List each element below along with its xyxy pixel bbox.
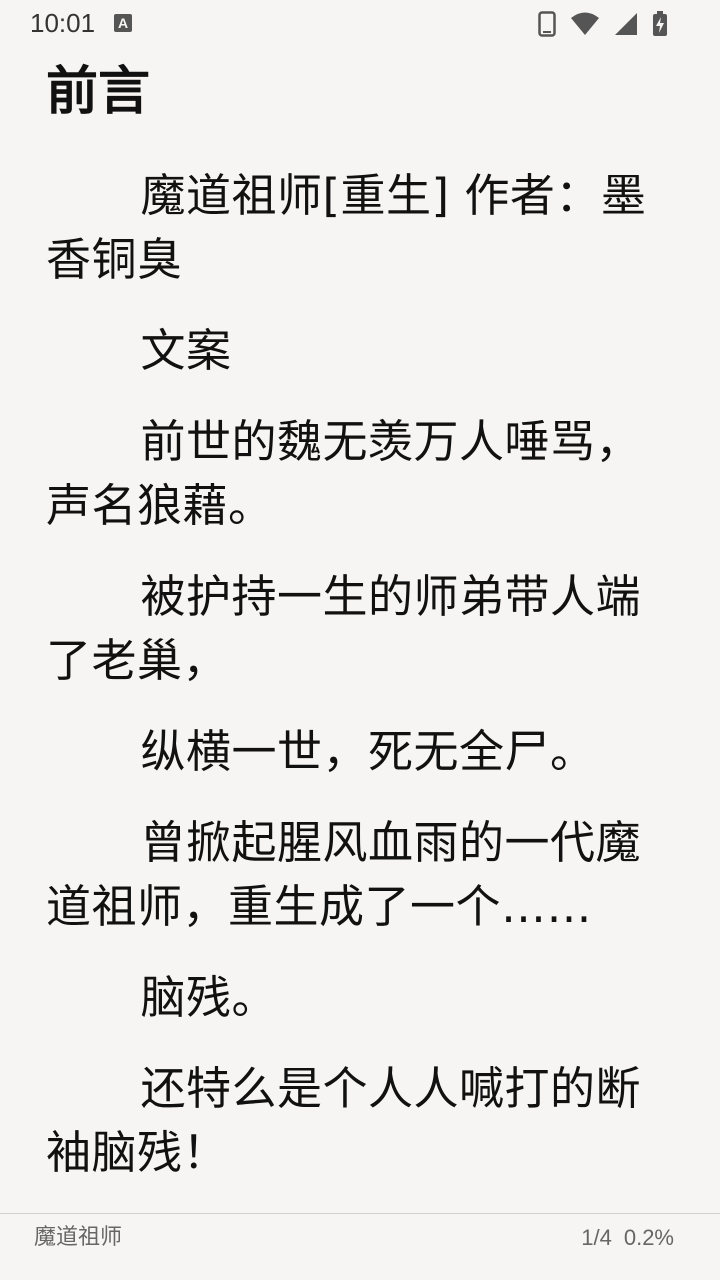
paragraph: 被护持一生的师弟带人端了老巢， — [46, 570, 642, 687]
status-icons — [538, 10, 668, 38]
status-bar: 10:01 A — [0, 0, 720, 48]
percent-indicator: 0.2% — [623, 1225, 674, 1250]
signal-icon — [614, 12, 638, 36]
a-notification-icon: A — [113, 13, 133, 33]
chapter-title: 前言 — [46, 62, 151, 122]
footer-divider — [0, 1213, 720, 1214]
battery-charging-icon — [652, 11, 668, 37]
status-time: 10:01 — [30, 8, 96, 38]
paragraph: 文案 — [140, 324, 232, 377]
footer-book-title: 魔道祖师 — [34, 1225, 123, 1250]
paragraph: 前世的魏无羡万人唾骂，声名狼藉。 — [46, 415, 642, 532]
phone-icon — [538, 11, 556, 37]
reading-content[interactable]: 魔道祖师[重生] 作者：墨香铜臭 文案 前世的魏无羡万人唾骂，声名狼藉。 被护持… — [46, 164, 678, 1212]
page-indicator: 1/4 — [581, 1225, 612, 1250]
paragraph: 魔道祖师[重生] 作者：墨香铜臭 — [46, 169, 647, 286]
paragraph: 曾掀起腥风血雨的一代魔道祖师，重生成了一个…… — [46, 816, 642, 933]
paragraph: 纵横一世，死无全尸。 — [140, 725, 596, 778]
wifi-icon — [570, 12, 600, 36]
paragraph: 还特么是个人人喊打的断袖脑残！ — [46, 1062, 642, 1179]
svg-text:A: A — [118, 15, 128, 31]
reading-progress: 1/4 0.2% — [581, 1222, 674, 1254]
reader-screen[interactable]: 10:01 A 前言 魔道祖师[重生] 作者：墨香铜臭 文案 前世的魏无羡万人唾… — [0, 0, 720, 1280]
paragraph: 脑残。 — [140, 971, 278, 1024]
